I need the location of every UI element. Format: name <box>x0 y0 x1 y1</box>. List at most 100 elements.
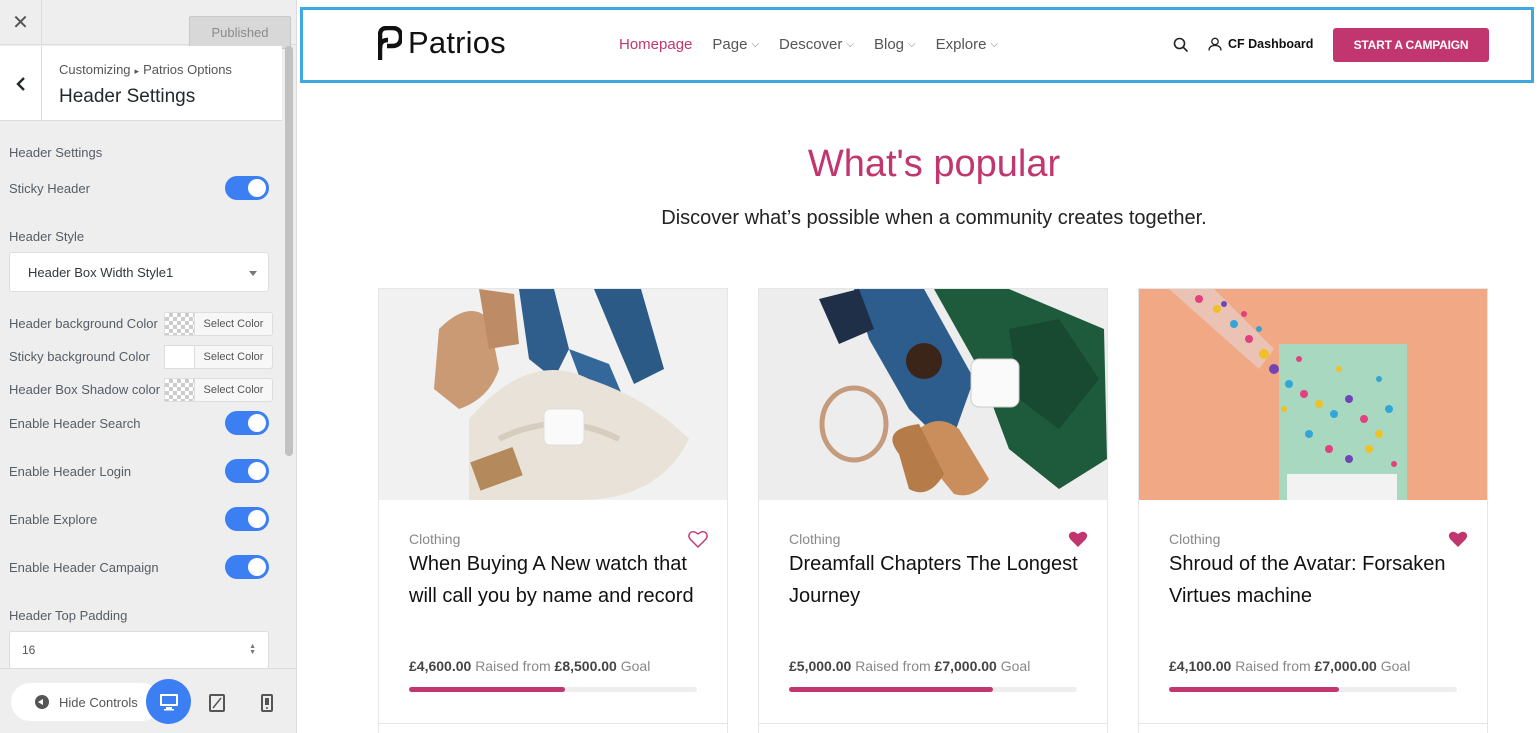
campaign-category[interactable]: Clothing <box>789 531 840 547</box>
tablet-preview-button[interactable] <box>205 691 229 715</box>
nav-item-blog[interactable]: Blog ⌵ <box>874 36 916 53</box>
nav-item-label: Homepage <box>619 36 693 53</box>
search-icon[interactable] <box>1173 37 1189 53</box>
nav-item-label: Page <box>712 36 748 53</box>
clothing-flatlay-image <box>379 289 727 500</box>
hide-controls-button[interactable]: Hide Controls <box>11 683 161 721</box>
raised-word: Raised from <box>475 658 551 674</box>
nav-item-descover[interactable]: Descover ⌵ <box>779 36 854 53</box>
goal-amount: £8,500.00 <box>554 658 617 674</box>
desktop-icon <box>159 693 178 710</box>
campaign-title[interactable]: Dreamfall Chapters The Longest Journey <box>789 549 1089 612</box>
enable-explore-toggle[interactable] <box>225 507 269 531</box>
card-divider <box>379 723 727 724</box>
header-bg-color-swatch[interactable] <box>164 312 196 336</box>
close-button[interactable]: ✕ <box>0 0 42 45</box>
header-style-label: Header Style <box>9 229 85 244</box>
heart-filled-icon[interactable] <box>1448 530 1468 548</box>
nav-item-page[interactable]: Page ⌵ <box>712 36 759 53</box>
enable-login-label: Enable Header Login <box>9 464 132 479</box>
box-shadow-color-label: Header Box Shadow color <box>9 382 161 397</box>
sidebar-scrollbar[interactable] <box>285 46 293 456</box>
sticky-bg-color-label: Sticky background Color <box>9 349 150 364</box>
breadcrumb: Customizing ▸ Patrios Options <box>59 62 232 77</box>
goal-word: Goal <box>1380 658 1411 674</box>
breadcrumb-parent: Patrios Options <box>143 62 232 77</box>
goal-word: Goal <box>1000 658 1031 674</box>
campaign-image[interactable] <box>379 289 727 500</box>
goal-amount: £7,000.00 <box>934 658 997 674</box>
raised-amount: £4,100.00 <box>1169 658 1232 674</box>
nav-item-explore[interactable]: Explore ⌵ <box>936 36 998 53</box>
header-bg-color-button[interactable]: Select Color <box>194 312 273 336</box>
hide-controls-label: Hide Controls <box>59 694 138 710</box>
sticky-bg-color-swatch[interactable] <box>164 345 196 369</box>
header-bg-color-label: Header background Color <box>9 316 158 331</box>
tablet-icon <box>209 694 225 712</box>
group-heading: Header Settings <box>9 145 103 160</box>
patrios-logo-icon <box>378 26 402 60</box>
main-nav: Homepage Page ⌵ Descover ⌵ Blog ⌵ Explore ⌵ <box>619 36 1018 53</box>
collapse-arrow-icon <box>35 695 49 709</box>
site-logo[interactable]: Patrios <box>378 25 506 61</box>
chevron-down-icon: ⌵ <box>908 39 916 50</box>
campaign-title[interactable]: When Buying A New watch that will call y… <box>409 549 709 612</box>
campaign-image[interactable] <box>1139 289 1487 500</box>
customizer-topbar: ✕ Published <box>0 0 296 49</box>
campaign-card[interactable]: Clothing Shroud of the Avatar: Forsaken … <box>1138 288 1488 733</box>
campaign-category[interactable]: Clothing <box>409 531 460 547</box>
desktop-preview-button[interactable] <box>146 679 191 724</box>
progress-fill <box>409 687 565 692</box>
nav-item-homepage[interactable]: Homepage <box>619 36 692 53</box>
site-preview: Patrios Homepage Page ⌵ Descover ⌵ Blog ⌵ E… <box>298 0 1540 733</box>
sticky-bg-color-button[interactable]: Select Color <box>194 345 273 369</box>
toggle-knob <box>248 510 266 528</box>
enable-login-toggle[interactable] <box>225 459 269 483</box>
site-header[interactable]: Patrios Homepage Page ⌵ Descover ⌵ Blog ⌵ E… <box>300 7 1534 83</box>
enable-search-toggle[interactable] <box>225 411 269 435</box>
progress-bar <box>409 687 697 692</box>
cf-dashboard-link[interactable]: CF Dashboard <box>1208 37 1313 51</box>
progress-fill <box>1169 687 1339 692</box>
header-bg-color-control: Header background Color Select Color <box>9 312 273 336</box>
mobile-icon <box>261 694 273 712</box>
published-button[interactable]: Published <box>189 16 291 49</box>
section-header: Customizing ▸ Patrios Options Header Setti… <box>0 46 282 121</box>
campaign-card[interactable]: Clothing Dreamfall Chapters The Longest … <box>758 288 1108 733</box>
raised-amount: £4,600.00 <box>409 658 472 674</box>
enable-search-label: Enable Header Search <box>9 416 141 431</box>
campaign-title[interactable]: Shroud of the Avatar: Forsaken Virtues m… <box>1169 549 1469 612</box>
raised-word: Raised from <box>855 658 931 674</box>
box-shadow-color-button[interactable]: Select Color <box>194 378 273 402</box>
section-title: Header Settings <box>59 86 196 107</box>
campaign-category[interactable]: Clothing <box>1169 531 1220 547</box>
user-icon <box>1208 37 1222 51</box>
box-shadow-color-swatch[interactable] <box>164 378 196 402</box>
campaign-funding: £4,100.00 Raised from £7,000.00 Goal <box>1169 658 1410 674</box>
enable-campaign-toggle[interactable] <box>225 555 269 579</box>
toggle-knob <box>248 414 266 432</box>
top-padding-input[interactable]: 16 ▲ ▼ <box>9 631 269 669</box>
goal-amount: £7,000.00 <box>1314 658 1377 674</box>
header-style-select[interactable]: Header Box Width Style1 <box>9 252 269 292</box>
heart-filled-icon[interactable] <box>1068 530 1088 548</box>
mobile-preview-button[interactable] <box>255 691 279 715</box>
customizer-sidebar: ✕ Published Customizing ▸ Patrios Options … <box>0 0 297 733</box>
goal-word: Goal <box>620 658 651 674</box>
heart-outline-icon[interactable] <box>688 530 708 548</box>
enable-explore-label: Enable Explore <box>9 512 98 527</box>
section-heading: What's popular <box>807 143 1061 185</box>
toggle-knob <box>248 179 266 197</box>
confetti-image <box>1139 289 1487 500</box>
dashboard-label: CF Dashboard <box>1228 37 1314 51</box>
logo-text: Patrios <box>408 25 506 60</box>
campaign-card[interactable]: Clothing When Buying A New watch that wi… <box>378 288 728 733</box>
top-padding-label: Header Top Padding <box>9 608 128 623</box>
sticky-header-toggle[interactable] <box>225 176 269 200</box>
nav-item-label: Descover <box>779 36 843 53</box>
start-campaign-button[interactable]: START A CAMPAIGN <box>1333 28 1489 62</box>
campaign-image[interactable] <box>759 289 1107 500</box>
nav-item-label: Explore <box>935 36 987 53</box>
back-button[interactable] <box>0 46 42 121</box>
number-spinner-icon[interactable]: ▲ ▼ <box>249 643 256 656</box>
